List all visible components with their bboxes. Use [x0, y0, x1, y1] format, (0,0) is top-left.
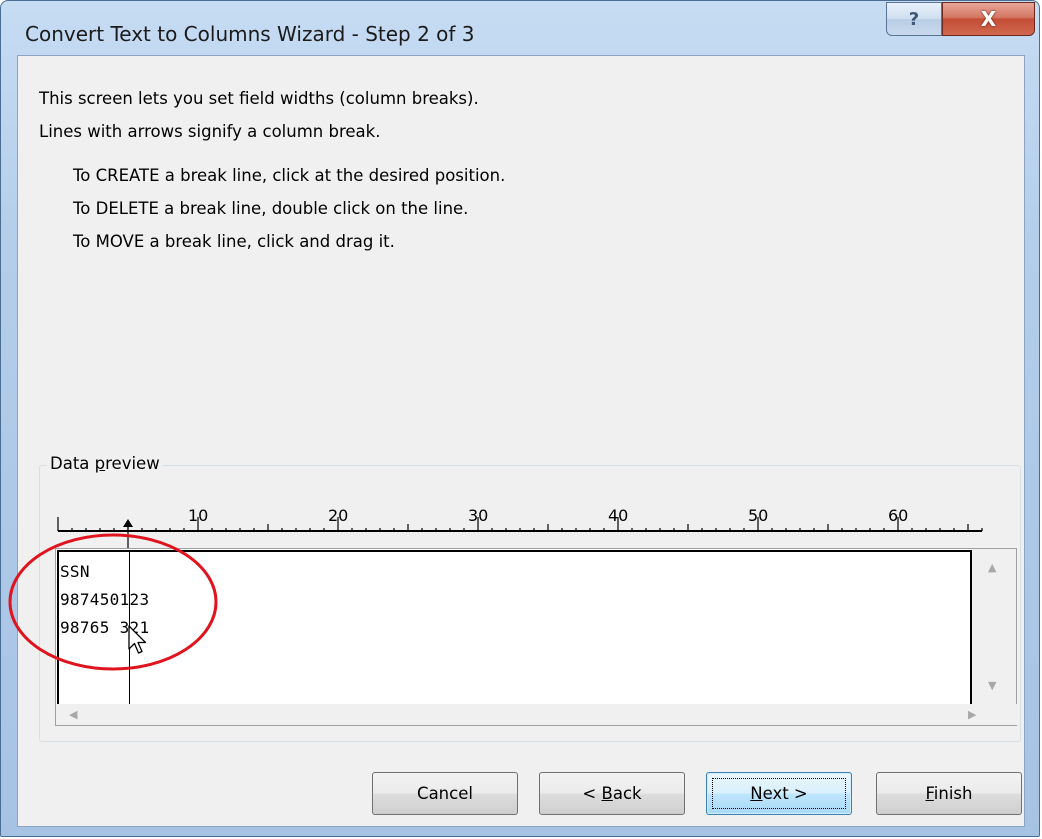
data-preview-box: SSN 987450123 98765 321 ▲ ▼ ◀ ▶: [55, 548, 1018, 726]
close-button[interactable]: X: [942, 2, 1035, 36]
help-button[interactable]: ?: [886, 2, 942, 36]
ruler-label: 50: [748, 506, 768, 525]
cancel-button[interactable]: Cancel: [372, 772, 518, 815]
window-title: Convert Text to Columns Wizard - Step 2 …: [25, 22, 475, 46]
dialog-body: This screen lets you set field widths (c…: [17, 55, 1025, 827]
preview-line-1: SSN: [60, 562, 90, 581]
data-preview-area[interactable]: SSN 987450123 98765 321: [57, 550, 972, 705]
scroll-right-arrow-icon[interactable]: ▶: [968, 708, 976, 721]
finish-button[interactable]: Finish: [876, 772, 1022, 815]
back-button[interactable]: < Back: [539, 772, 685, 815]
scroll-up-arrow-icon[interactable]: ▲: [988, 561, 996, 574]
help-icon: ?: [908, 8, 920, 30]
ruler-label: 10: [188, 506, 208, 525]
wizard-window: Convert Text to Columns Wizard - Step 2 …: [0, 0, 1040, 837]
scroll-down-arrow-icon[interactable]: ▼: [988, 679, 996, 692]
ruler-label: 40: [608, 506, 628, 525]
title-bar: Convert Text to Columns Wizard - Step 2 …: [1, 1, 1039, 56]
vertical-scrollbar[interactable]: ▲ ▼: [972, 549, 1016, 704]
ruler-label: 20: [328, 506, 348, 525]
focus-rectangle: [712, 778, 846, 809]
ruler-label: 30: [468, 506, 488, 525]
next-button[interactable]: Next >: [706, 772, 852, 815]
mouse-pointer-icon: [128, 625, 147, 654]
preview-line-2: 987450123: [60, 590, 150, 609]
column-ruler[interactable]: 10 20 30 40 50 60: [18, 56, 1026, 548]
scroll-left-arrow-icon[interactable]: ◀: [69, 708, 77, 721]
horizontal-scrollbar[interactable]: ◀ ▶: [56, 704, 1018, 725]
close-icon: X: [980, 7, 997, 31]
ruler-label: 60: [888, 506, 908, 525]
